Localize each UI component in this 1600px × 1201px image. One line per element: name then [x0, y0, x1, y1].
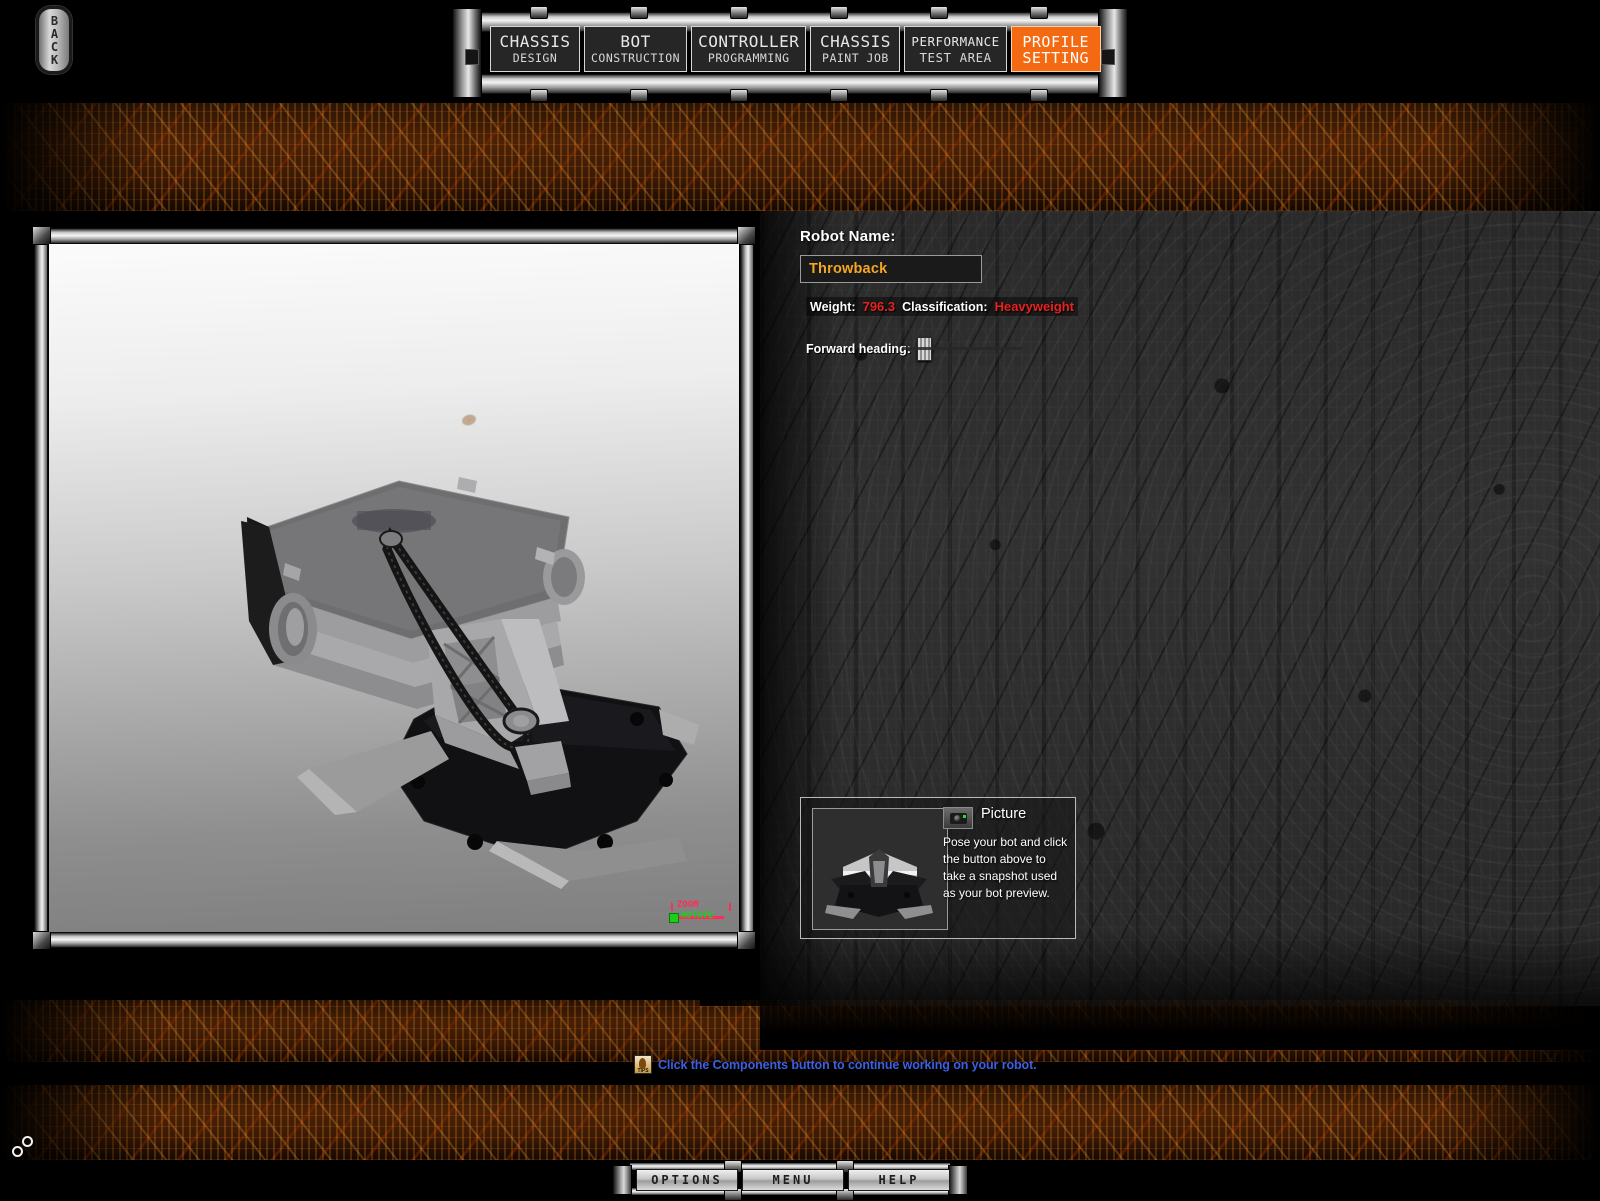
- tab-label-line1: PERFORMANCE: [911, 34, 1000, 49]
- tab-label-line2: DESIGN: [512, 51, 558, 65]
- help-button-label: HELP: [878, 1173, 920, 1187]
- bottom-menu-bar: OPTIONS MENU HELP: [612, 1160, 968, 1201]
- rotate-chip-icon[interactable]: [669, 913, 679, 923]
- camera-icon: [949, 812, 967, 824]
- viewport-corner-bolt-icon: [737, 226, 756, 245]
- robot-3d-model[interactable]: [239, 469, 699, 889]
- navbar-rail-bottom: [480, 74, 1100, 94]
- back-button[interactable]: BACK: [36, 6, 72, 74]
- picture-panel-description: Pose your bot and click the button above…: [943, 835, 1068, 900]
- options-button-label: OPTIONS: [651, 1173, 723, 1187]
- navbar-bolt-icon: [930, 6, 948, 19]
- robot-stats-row: Weight: 796.3 Classification: Heavyweigh…: [806, 297, 1079, 316]
- help-button[interactable]: HELP: [848, 1169, 950, 1191]
- forward-heading-track[interactable]: [902, 347, 1022, 350]
- tips-icon: TIPS: [634, 1055, 652, 1074]
- picture-panel: Picture Pose your bot and click the butt…: [800, 797, 1076, 939]
- robot-name-value: Throwback: [809, 261, 888, 277]
- camera-led-icon: [962, 814, 966, 818]
- navbar-bolt-icon: [830, 89, 848, 102]
- bottombar-endcap-left: [612, 1165, 632, 1195]
- corner-dot-icon: [12, 1146, 23, 1157]
- navbar-bolt-icon: [630, 89, 648, 102]
- tab-label-line1: CHASSIS: [499, 32, 571, 51]
- classification-value: Heavyweight: [994, 299, 1075, 314]
- classification-label: Classification:: [902, 300, 988, 314]
- status-message: Click the Components button to continue …: [658, 1057, 1037, 1072]
- menu-button-label: MENU: [772, 1173, 814, 1187]
- picture-thumbnail[interactable]: [812, 808, 948, 930]
- navbar-bolt-icon: [930, 89, 948, 102]
- corner-dot-icon: [22, 1136, 33, 1147]
- robot-3d-viewport[interactable]: ZOOM ROTATE: [49, 244, 739, 932]
- tab-label-line2: PAINT JOB: [822, 51, 889, 65]
- tab-bot-construction[interactable]: BOT CONSTRUCTION: [584, 26, 688, 72]
- bottombar-endcap-right: [948, 1165, 968, 1195]
- camera-lens-icon: [953, 814, 961, 822]
- zoom-label: ZOOM: [677, 900, 699, 910]
- tab-performance-test-area[interactable]: PERFORMANCE TEST AREA: [904, 26, 1007, 72]
- tab-label-line2: CONSTRUCTION: [591, 51, 681, 65]
- tab-label-line2: TEST AREA: [919, 50, 992, 65]
- robot-name-input[interactable]: Throwback: [800, 255, 982, 283]
- bottom-menu-buttons: OPTIONS MENU HELP: [636, 1169, 950, 1191]
- viewport-rail-right: [740, 234, 754, 942]
- viewport-spark-artifact: [451, 404, 487, 436]
- picture-panel-title: Picture: [981, 806, 1027, 822]
- weight-value: 796.3: [862, 299, 896, 314]
- menu-button[interactable]: MENU: [742, 1169, 844, 1191]
- navbar-bolt-icon: [530, 89, 548, 102]
- navbar-endcap-right: [1098, 8, 1128, 98]
- tab-label-line2: SETTING: [1022, 49, 1090, 67]
- navbar-endcap-left: [452, 8, 482, 98]
- viewport-rail-top: [44, 228, 744, 244]
- navbar-bolt-icon: [730, 6, 748, 19]
- background-rust-band-low: [0, 1085, 1600, 1160]
- viewport-corner-bolt-icon: [32, 226, 51, 245]
- tips-icon-label: TIPS: [637, 1068, 649, 1074]
- main-navigation-bar: CHASSIS DESIGN BOT CONSTRUCTION CONTROLL…: [452, 4, 1128, 102]
- navigation-tabs: CHASSIS DESIGN BOT CONSTRUCTION CONTROLL…: [490, 26, 1101, 72]
- tab-controller-programming[interactable]: CONTROLLER PROGRAMMING: [691, 26, 807, 72]
- robot-viewport-frame: ZOOM ROTATE: [32, 226, 756, 950]
- tab-label-line2: PROGRAMMING: [707, 51, 790, 65]
- viewport-corner-bolt-icon: [737, 931, 756, 950]
- forward-heading-label: Forward heading:: [806, 342, 911, 356]
- robot-name-label: Robot Name:: [800, 228, 896, 245]
- tab-label-line1: CHASSIS: [819, 32, 891, 51]
- navbar-bolt-icon: [530, 6, 548, 19]
- options-button[interactable]: OPTIONS: [636, 1169, 738, 1191]
- forward-heading-row: Forward heading:: [806, 337, 1022, 361]
- navbar-endcap-nub-right: [1101, 49, 1115, 65]
- back-button-label: BACK: [47, 14, 62, 66]
- tab-label-line1: CONTROLLER: [698, 32, 800, 51]
- app-root: BACK CHASSIS DESIGN BOT CONSTRUCTION CON…: [0, 0, 1600, 1201]
- viewport-rail-bottom: [44, 932, 744, 948]
- viewport-zoom-rotate-readout[interactable]: ZOOM ROTATE: [667, 900, 733, 928]
- navbar-bolt-icon: [830, 6, 848, 19]
- viewport-corner-bolt-icon: [32, 931, 51, 950]
- status-bar: TIPS Click the Components button to cont…: [634, 1055, 1037, 1074]
- background-bottom-fade-2: [760, 930, 1600, 1050]
- rotate-label: ROTATE: [681, 911, 714, 921]
- navbar-bolt-icon: [630, 6, 648, 19]
- tab-profile-setting[interactable]: PROFILE SETTING: [1010, 26, 1101, 72]
- tab-label-line1: BOT: [620, 32, 651, 51]
- corner-dots-decoration: [10, 1130, 40, 1160]
- navbar-bolt-icon: [1030, 6, 1048, 19]
- navbar-bolt-icon: [730, 89, 748, 102]
- viewport-rail-left: [34, 234, 48, 942]
- tab-chassis-design[interactable]: CHASSIS DESIGN: [490, 26, 580, 72]
- navbar-endcap-nub-left: [465, 49, 479, 65]
- take-picture-button[interactable]: [943, 807, 973, 829]
- weight-label: Weight:: [810, 300, 856, 314]
- navbar-bolt-icon: [1030, 89, 1048, 102]
- background-rust-band-top: [0, 103, 1600, 211]
- tab-chassis-paint-job[interactable]: CHASSIS PAINT JOB: [810, 26, 901, 72]
